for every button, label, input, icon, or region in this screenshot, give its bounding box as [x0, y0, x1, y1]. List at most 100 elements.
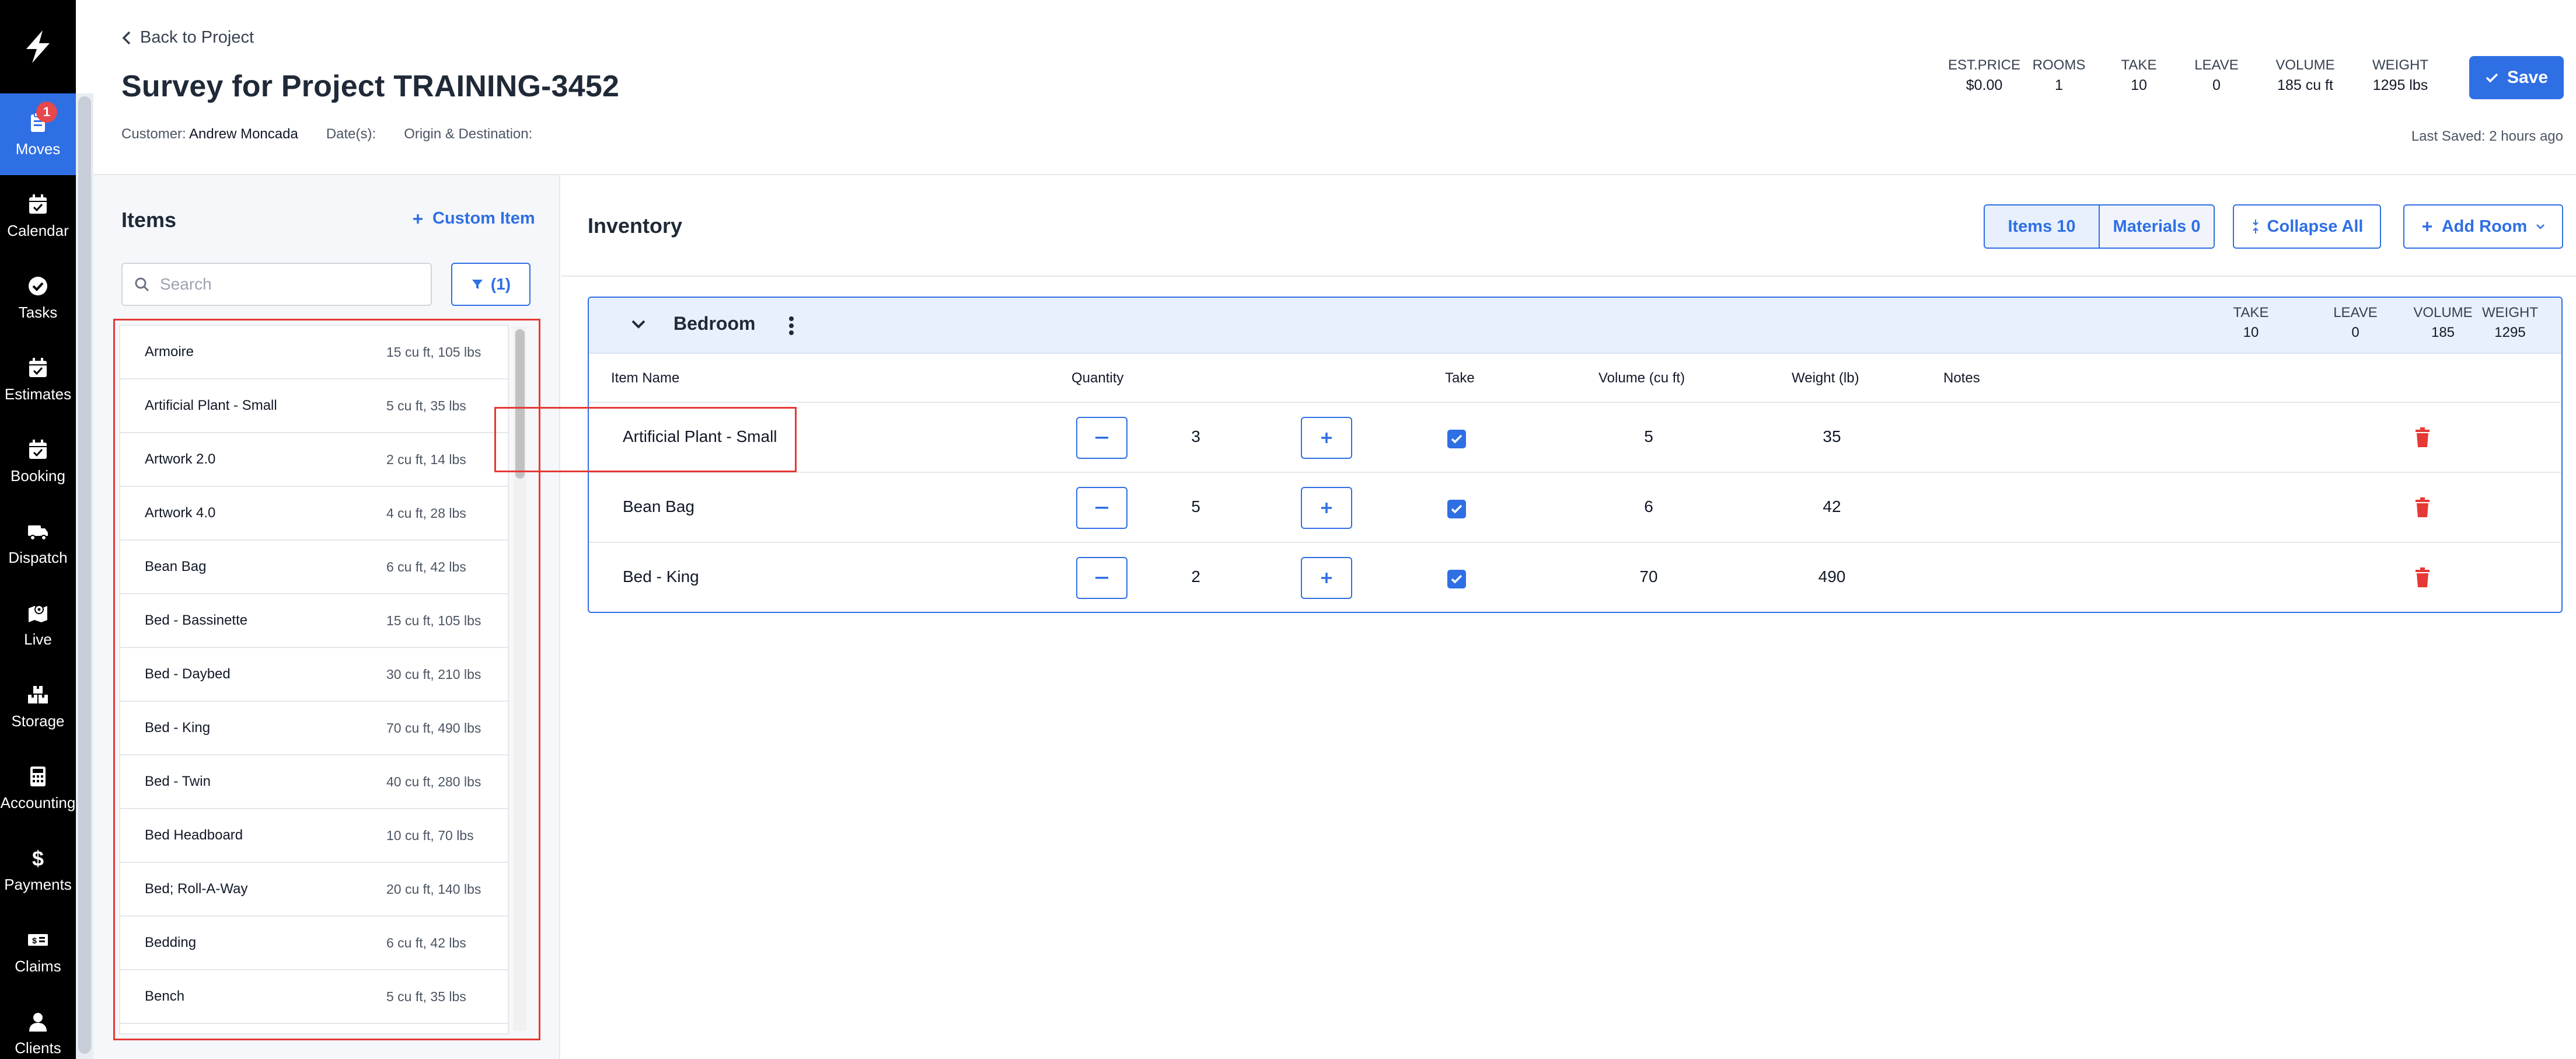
stat-label: EST.PRICE — [1947, 57, 2021, 73]
stat-label: ROOMS — [2032, 57, 2086, 73]
chevron-down-icon[interactable] — [630, 318, 647, 335]
decrement-button[interactable] — [1076, 417, 1128, 459]
user-icon — [29, 1012, 47, 1032]
row-item-name: Bed - King — [623, 567, 699, 586]
nav-item-dispatch[interactable]: Dispatch — [0, 502, 76, 584]
nav-item-live[interactable]: Live — [0, 584, 76, 666]
stat-label: WEIGHT — [2372, 57, 2428, 73]
collapse-label: Collapse All — [2267, 217, 2364, 236]
filter-button[interactable]: (1) — [451, 263, 530, 306]
nav-label: Calendar — [7, 221, 69, 239]
take-checkbox[interactable] — [1447, 430, 1466, 448]
left-nav: Moves 1 Calendar Tasks Estimates Booking… — [0, 0, 93, 1059]
calculator-icon — [30, 766, 46, 786]
dollar-icon: $ — [32, 846, 44, 870]
boxes-icon — [28, 685, 48, 703]
col-take: Take — [1445, 370, 1475, 386]
add-room-button[interactable]: Add Room — [2403, 204, 2563, 249]
list-item[interactable]: Bedding 6 cu ft, 42 lbs — [120, 917, 508, 970]
trash-icon[interactable] — [2414, 427, 2431, 450]
app-logo-icon[interactable] — [0, 0, 76, 93]
nav-item-accounting[interactable]: Accounting — [0, 747, 76, 829]
stat-label: VOLUME — [2275, 57, 2335, 73]
nav-item-calendar[interactable]: Calendar — [0, 175, 76, 257]
nav-item-clients[interactable]: Clients — [0, 992, 76, 1059]
item-name: Artificial Plant - Small — [145, 398, 277, 413]
quantity-value[interactable]: 3 — [1172, 427, 1219, 446]
item-name: Bench — [145, 988, 185, 1004]
add-custom-item-button[interactable]: Custom Item — [411, 209, 535, 228]
customer-name[interactable]: Andrew Moncada — [189, 126, 298, 142]
collapse-all-button[interactable]: Collapse All — [2233, 204, 2381, 249]
last-saved-text: Last Saved: 2 hours ago — [2411, 128, 2563, 144]
search-icon — [135, 277, 149, 292]
quantity-stepper-highlight — [494, 407, 797, 472]
customer-label: Customer: — [121, 126, 186, 142]
take-checkbox[interactable] — [1447, 500, 1466, 518]
stat-value: 10 — [2131, 77, 2147, 93]
nav-item-booking[interactable]: Booking — [0, 420, 76, 502]
list-item[interactable]: Bean Bag 6 cu ft, 42 lbs — [120, 541, 508, 594]
quantity-value[interactable]: 5 — [1172, 497, 1219, 516]
back-to-project-link[interactable]: Back to Project — [121, 28, 254, 47]
tab-materials[interactable]: Materials 0 — [2100, 205, 2214, 248]
list-item[interactable]: Artificial Plant - Small 5 cu ft, 35 lbs — [120, 379, 508, 433]
money-bill-icon: $ — [28, 933, 48, 946]
increment-button[interactable] — [1301, 557, 1352, 599]
item-name: Bed - Daybed — [145, 666, 231, 682]
nav-item-storage[interactable]: Storage — [0, 666, 76, 747]
trash-icon[interactable] — [2414, 567, 2431, 590]
chevron-down-icon — [2536, 224, 2545, 229]
nav-item-tasks[interactable]: Tasks — [0, 257, 76, 339]
list-item[interactable]: Bed - Bassinette 15 cu ft, 105 lbs — [120, 594, 508, 648]
list-item[interactable]: Bench 5 cu ft, 35 lbs — [120, 970, 508, 1024]
item-detail: 5 cu ft, 35 lbs — [386, 398, 466, 413]
nav-label: Storage — [11, 712, 65, 730]
quantity-value[interactable]: 2 — [1172, 567, 1219, 586]
collapse-arrows-icon — [2252, 220, 2259, 234]
item-detail: 15 cu ft, 105 lbs — [386, 344, 481, 360]
check-icon — [1451, 504, 1462, 514]
custom-item-label: Custom Item — [432, 209, 535, 228]
take-checkbox[interactable] — [1447, 570, 1466, 588]
col-weight: Weight (lb) — [1792, 370, 1859, 386]
minus-icon — [1095, 577, 1108, 579]
nav-item-moves[interactable]: Moves 1 — [0, 93, 76, 175]
list-item[interactable]: Bed - Twin 40 cu ft, 280 lbs — [120, 755, 508, 809]
list-item[interactable]: Bed - Daybed 30 cu ft, 210 lbs — [120, 648, 508, 702]
item-search-box[interactable] — [121, 263, 432, 306]
origin-destination-label: Origin & Destination: — [404, 126, 533, 142]
project-meta: Customer: Andrew Moncada Date(s): Origin… — [121, 126, 532, 142]
stat-take: TAKE 10 — [2113, 57, 2165, 94]
trash-icon[interactable] — [2414, 497, 2431, 520]
nav-item-estimates[interactable]: Estimates — [0, 339, 76, 420]
nav-item-claims[interactable]: $ Claims — [0, 911, 76, 992]
kebab-menu-icon[interactable] — [787, 315, 795, 339]
plus-icon — [1321, 503, 1332, 513]
list-item[interactable]: Artwork 4.0 4 cu ft, 28 lbs — [120, 487, 508, 541]
stat-value: $0.00 — [1966, 77, 2003, 93]
nav-item-payments[interactable]: $ Payments — [0, 829, 76, 911]
tab-items[interactable]: Items 10 — [1985, 205, 2100, 248]
decrement-button[interactable] — [1076, 557, 1128, 599]
room-stat-take: TAKE 10 — [2210, 305, 2292, 341]
list-item[interactable]: Bed - King 70 cu ft, 490 lbs — [120, 702, 508, 755]
decrement-button[interactable] — [1076, 487, 1128, 529]
inventory-table-header: Item Name Quantity Take Volume (cu ft) W… — [589, 354, 2561, 403]
nav-scrollbar-thumb[interactable] — [78, 96, 91, 1054]
check-icon — [2486, 73, 2498, 83]
nav-label: Estimates — [4, 385, 72, 403]
list-item[interactable]: Bed Headboard 10 cu ft, 70 lbs — [120, 809, 508, 863]
list-item[interactable]: Bed; Roll-A-Way 20 cu ft, 140 lbs — [120, 863, 508, 917]
nav-label: Accounting — [0, 793, 76, 811]
save-button[interactable]: Save — [2469, 56, 2564, 99]
row-weight: 35 — [1823, 427, 1841, 445]
list-item[interactable]: Armoire 15 cu ft, 105 lbs — [120, 326, 508, 379]
item-name: Artwork 4.0 — [145, 505, 216, 521]
nav-label: Booking — [11, 466, 65, 485]
increment-button[interactable] — [1301, 487, 1352, 529]
list-item[interactable]: Artwork 2.0 2 cu ft, 14 lbs — [120, 433, 508, 487]
calendar-check-icon — [29, 357, 47, 377]
search-input[interactable] — [160, 275, 417, 294]
increment-button[interactable] — [1301, 417, 1352, 459]
